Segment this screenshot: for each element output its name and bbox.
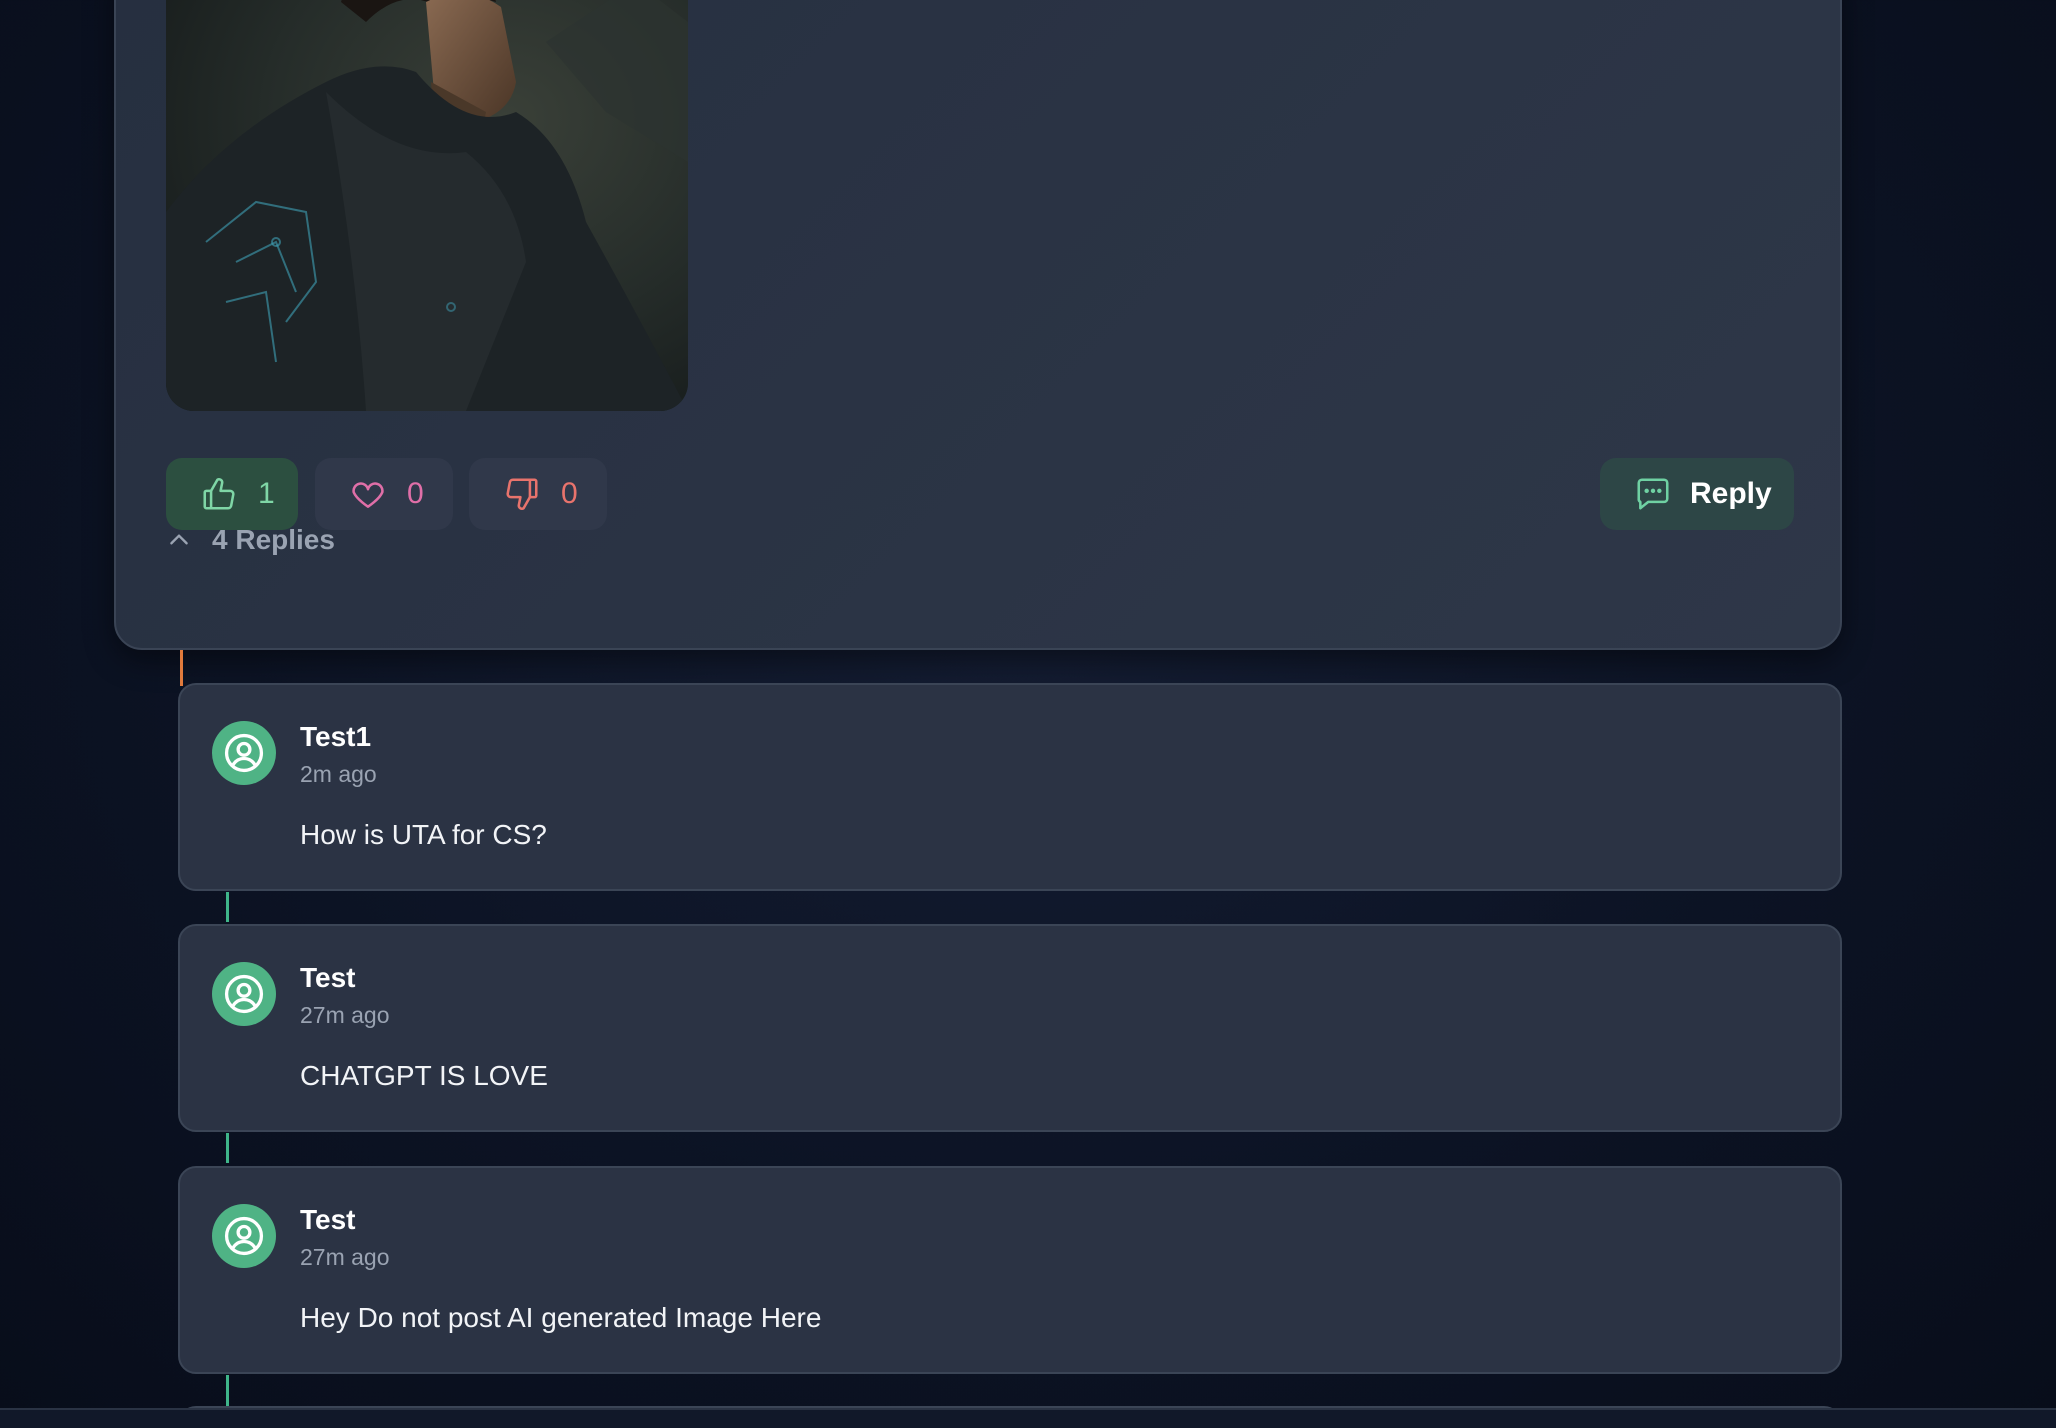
dislike-button[interactable]: 0: [469, 458, 607, 530]
user-circle-icon: [224, 1216, 264, 1256]
reply-author[interactable]: Test: [300, 1204, 356, 1236]
heart-icon: [352, 482, 384, 508]
thread-connector: [180, 650, 183, 686]
portrait-image: [166, 0, 688, 411]
post-card: 1 0 0 Reply 4 Replies: [114, 0, 1842, 650]
like-button[interactable]: 1: [166, 458, 298, 530]
heart-count: 0: [407, 477, 424, 510]
thumbs-up-icon: [203, 478, 235, 510]
reply-timestamp: 2m ago: [300, 761, 377, 787]
reply-card: Test1 2m ago How is UTA for CS?: [178, 683, 1842, 891]
avatar[interactable]: [212, 721, 276, 785]
reply-text: How is UTA for CS?: [300, 819, 547, 850]
reply-author[interactable]: Test1: [300, 721, 371, 753]
reply-label: Reply: [1690, 477, 1772, 510]
reply-card: Test 27m ago Hey Do not post AI generate…: [178, 1166, 1842, 1374]
thumbs-down-icon: [506, 478, 538, 510]
user-circle-icon: [224, 733, 264, 773]
thread-connector: [226, 1375, 229, 1407]
post-image[interactable]: [166, 0, 688, 411]
like-count: 1: [258, 477, 275, 510]
user-circle-icon: [224, 974, 264, 1014]
avatar[interactable]: [212, 1204, 276, 1268]
reply-button[interactable]: Reply: [1600, 458, 1794, 530]
heart-button[interactable]: 0: [315, 458, 453, 530]
avatar[interactable]: [212, 962, 276, 1026]
thread-connector: [226, 892, 229, 922]
dislike-count: 0: [561, 477, 578, 510]
reply-timestamp: 27m ago: [300, 1244, 390, 1270]
reply-text: Hey Do not post AI generated Image Here: [300, 1302, 822, 1333]
chat-bubble-icon: [1637, 478, 1669, 510]
reply-card: Test 27m ago CHATGPT IS LOVE: [178, 924, 1842, 1132]
thread-connector: [226, 1133, 229, 1163]
reply-timestamp: 27m ago: [300, 1002, 390, 1028]
replies-toggle[interactable]: 4 Replies: [166, 524, 335, 556]
reply-author[interactable]: Test: [300, 962, 356, 994]
reply-text: CHATGPT IS LOVE: [300, 1060, 548, 1091]
chevron-up-icon: [170, 534, 188, 545]
bottom-bar: [0, 1408, 2056, 1428]
replies-count-label: 4 Replies: [212, 524, 335, 555]
